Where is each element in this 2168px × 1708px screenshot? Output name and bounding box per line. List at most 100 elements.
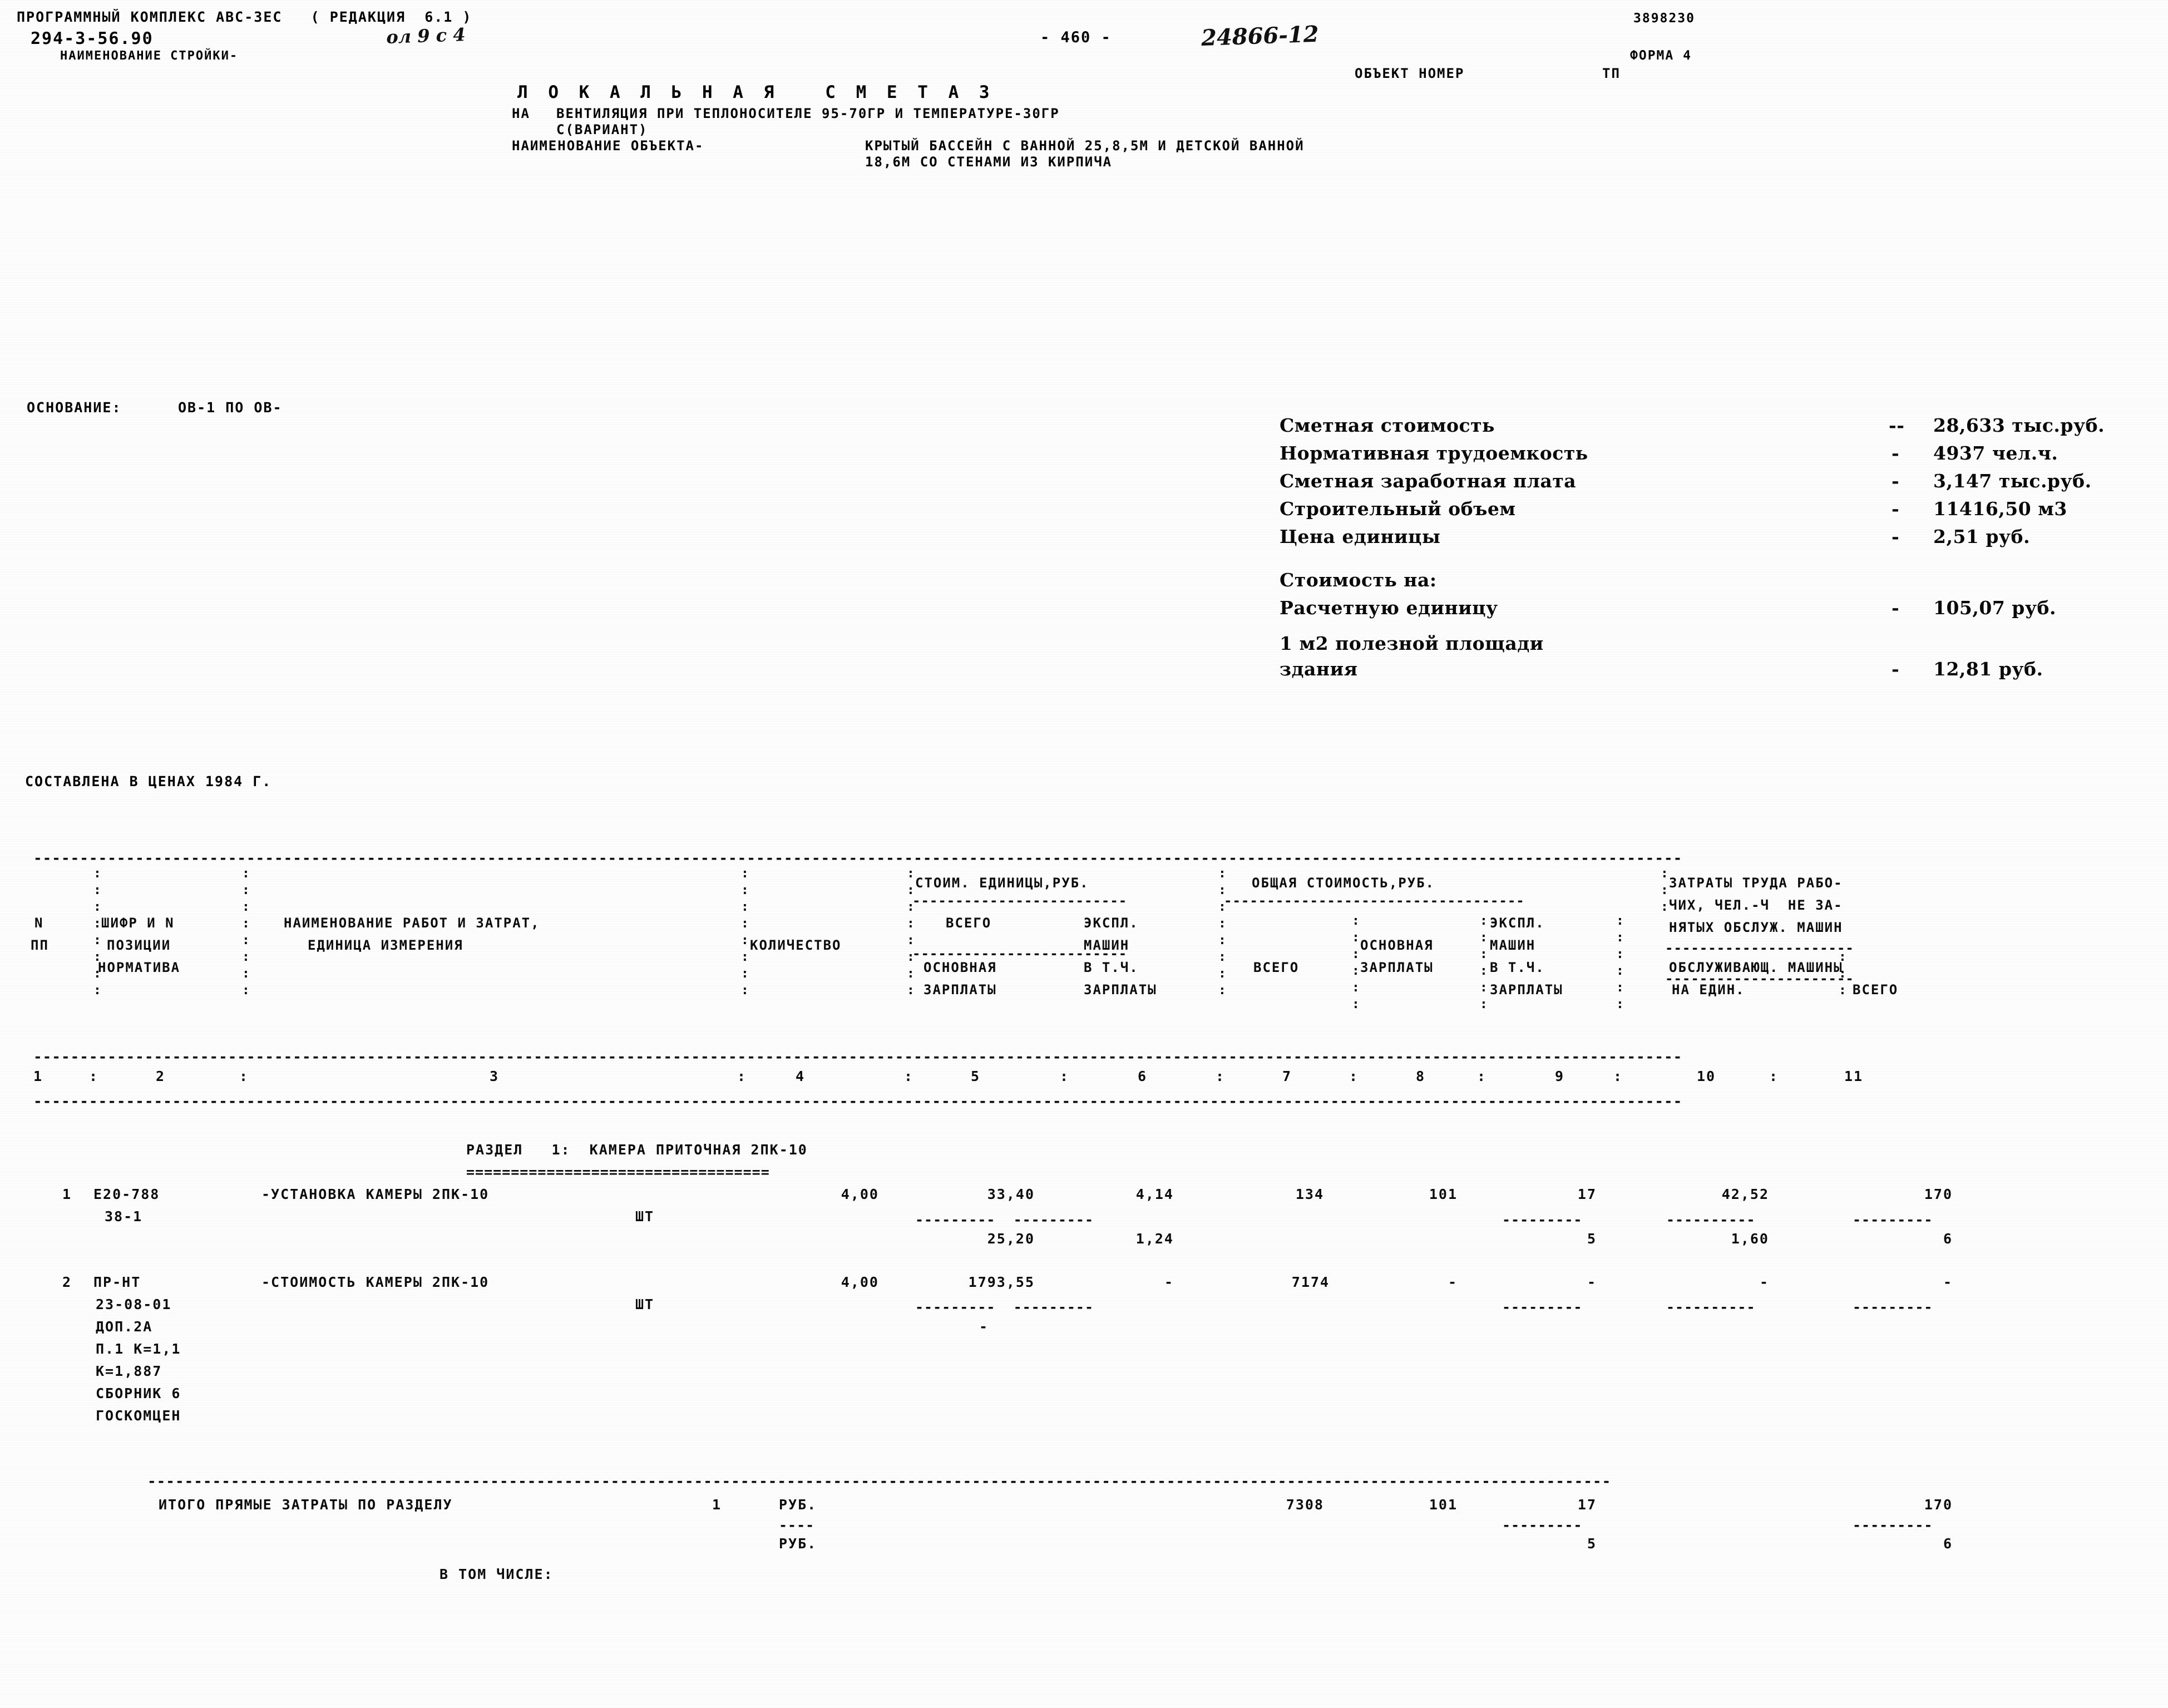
th-name-line-2: ЕДИНИЦА ИЗМЕРЕНИЯ bbox=[308, 937, 463, 953]
summary-value: 28,633 тыс.руб. bbox=[1933, 414, 2105, 436]
totals-machines: 17 bbox=[1577, 1497, 1597, 1513]
colsep: : bbox=[1349, 1068, 1359, 1084]
th-total-cost-group: ОБЩАЯ СТОИМОСТЬ,РУБ. bbox=[1252, 875, 1435, 891]
row-total-base-wage: 101 bbox=[1429, 1186, 1458, 1202]
row-unit-cost-total: 33,40 bbox=[987, 1186, 1035, 1202]
th-labor-group-line-2: ЧИХ, ЧЕЛ.-Ч НЕ ЗА- bbox=[1669, 897, 1843, 913]
row-labor-per-unit: 42,52 bbox=[1721, 1186, 1769, 1202]
row-labor-total: 170 bbox=[1924, 1186, 1953, 1202]
th-code-line-3: НОРМАТИВА bbox=[98, 960, 181, 975]
row-code-line-3: ДОП.2А bbox=[96, 1319, 153, 1335]
th-unit-mach-line-1: ЭКСПЛ. bbox=[1084, 915, 1139, 931]
summary-row: Строительный объем - 11416,50 м3 bbox=[1280, 498, 2147, 526]
purpose-label: НА bbox=[512, 106, 530, 121]
summary-value: 105,07 руб. bbox=[1933, 597, 2056, 619]
totals-unit-1: РУБ. bbox=[779, 1497, 817, 1513]
th-total-base-wage-1: ОСНОВНАЯ bbox=[1360, 937, 1434, 953]
form-label: ФОРМА 4 bbox=[1630, 48, 1692, 63]
summary-cost-on-header: Стоимость на: bbox=[1280, 554, 2147, 597]
colsep: : bbox=[1477, 1068, 1487, 1084]
row-unit-base-wage: 25,20 bbox=[987, 1231, 1035, 1247]
area-label-line-1: 1 м2 полезной площади bbox=[1280, 633, 1544, 654]
summary-value: 2,51 руб. bbox=[1933, 526, 2031, 547]
colnum-10: 10 bbox=[1697, 1068, 1716, 1084]
th-unit-mach-line-3: В Т.Ч. bbox=[1084, 960, 1139, 975]
row-code-line-2: 23-08-01 bbox=[96, 1296, 172, 1312]
th-rule-labor: ---------------------- bbox=[1665, 940, 1854, 956]
colnum-8: 8 bbox=[1416, 1068, 1426, 1084]
summary-row: Нормативная трудоемкость - 4937 чел.ч. bbox=[1280, 442, 2147, 470]
purpose-line-2: С(ВАРИАНТ) bbox=[556, 122, 648, 137]
th-total-mach-2: МАШИН bbox=[1490, 937, 1536, 953]
th-unit-base-wage-2: ЗАРПЛАТЫ bbox=[924, 982, 997, 998]
program-complex-line: ПРОГРАММНЫЙ КОМПЛЕКС АВС-ЗЕС ( РЕДАКЦИЯ … bbox=[17, 9, 472, 25]
table-top-rule: ----------------------------------------… bbox=[33, 850, 1683, 867]
summary-dash: - bbox=[1892, 442, 1900, 464]
totals-subrule-labor: --------- bbox=[1853, 1517, 1933, 1533]
colnum-1: 1 bbox=[33, 1068, 43, 1084]
row-labor-per-unit: - bbox=[1759, 1274, 1769, 1290]
row-total-cost: 134 bbox=[1295, 1186, 1324, 1202]
basis-value: ОВ-1 ПО ОВ- bbox=[178, 399, 283, 416]
colnum-4: 4 bbox=[796, 1068, 806, 1084]
row-code-line-4: П.1 К=1,1 bbox=[96, 1341, 181, 1357]
th-code-line-2: ПОЗИЦИИ bbox=[107, 937, 171, 953]
th-row-number-line-1: N bbox=[34, 915, 44, 931]
colsep: : bbox=[904, 1068, 914, 1084]
th-unit-base-wage: ОСНОВНАЯ bbox=[924, 960, 997, 975]
th-total-all: ВСЕГО bbox=[1253, 960, 1300, 975]
table-number-row-bottom-rule: ----------------------------------------… bbox=[33, 1093, 1683, 1110]
row-1-subrule-labor2: --------- bbox=[1853, 1212, 1933, 1228]
row-total-base-wage: - bbox=[1448, 1274, 1458, 1290]
cost-on-label: Стоимость на: bbox=[1280, 569, 1437, 591]
summary-label: Сметная стоимость bbox=[1280, 414, 1495, 436]
colnum-3: 3 bbox=[490, 1068, 500, 1084]
totals-section-number: 1 bbox=[712, 1497, 722, 1513]
th-labor-servicing: ОБСЛУЖИВАЮЩ. МАШИНЫ bbox=[1669, 960, 1843, 975]
totals-machine-wage: 5 bbox=[1587, 1536, 1597, 1552]
row-code-line-5: К=1,887 bbox=[96, 1363, 162, 1379]
th-unit-mach-line-2: МАШИН bbox=[1084, 937, 1130, 953]
row-unit: ШТ bbox=[635, 1296, 655, 1312]
object-name-label: НАИМЕНОВАНИЕ ОБЪЕКТА- bbox=[512, 138, 704, 154]
row-labor-total: - bbox=[1943, 1274, 1953, 1290]
row-unit-cost-total: 1793,55 bbox=[968, 1274, 1035, 1290]
summary-row: Расчетную единицу - 105,07 руб. bbox=[1280, 597, 2147, 626]
totals-subrule-unit: ---- bbox=[779, 1517, 815, 1533]
summary-label: Расчетную единицу bbox=[1280, 597, 1498, 619]
colsep: : bbox=[1613, 1068, 1623, 1084]
row-total-machines: - bbox=[1587, 1274, 1597, 1290]
th-labor-group-line-3: НЯТЫХ ОБСЛУЖ. МАШИН bbox=[1669, 920, 1843, 935]
row-code-line-7: ГОСКОМЦЕН bbox=[96, 1408, 181, 1424]
summary-label: Цена единицы bbox=[1280, 526, 1441, 547]
col-sep-2: : : : : : : : : bbox=[242, 866, 250, 998]
prices-note: СОСТАВЛЕНА В ЦЕНАХ 1984 Г. bbox=[25, 773, 272, 789]
th-total-base-wage-2: ЗАРПЛАТЫ bbox=[1360, 960, 1434, 975]
colsep: : bbox=[239, 1068, 249, 1084]
colnum-9: 9 bbox=[1555, 1068, 1565, 1084]
colnum-7: 7 bbox=[1282, 1068, 1292, 1084]
page-number: - 460 - bbox=[1040, 29, 1112, 46]
colsep: : bbox=[1060, 1068, 1070, 1084]
colnum-11: 11 bbox=[1844, 1068, 1864, 1084]
row-1-subrule-labor1: ---------- bbox=[1666, 1212, 1756, 1228]
area-value: 12,81 руб. bbox=[1933, 658, 2043, 680]
area-label-line-2: здания bbox=[1280, 658, 1358, 680]
row-2-subrule-labor1: ---------- bbox=[1666, 1299, 1756, 1315]
colsep: : bbox=[1216, 1068, 1226, 1084]
row-2-dash-placeholder: - bbox=[979, 1319, 989, 1335]
col-sep-1: : : : : : : : : bbox=[93, 866, 101, 998]
row-labor-per-unit-2: 1,60 bbox=[1731, 1231, 1769, 1247]
summary-dash: - bbox=[1892, 498, 1900, 520]
summary-block: Сметная стоимость - - 28,633 тыс.руб. Нор… bbox=[1280, 414, 2147, 682]
th-labor-group-line-1: ЗАТРАТЫ ТРУДА РАБО- bbox=[1669, 875, 1843, 891]
table-header-bottom-rule: ----------------------------------------… bbox=[33, 1049, 1683, 1065]
handwritten-archive-number: 24866-12 bbox=[1201, 21, 1320, 51]
colnum-2: 2 bbox=[156, 1068, 166, 1084]
row-total-cost: 7174 bbox=[1291, 1274, 1330, 1290]
object-number-label: ОБЪЕКТ НОМЕР bbox=[1355, 66, 1465, 81]
row-total-machine-wage: 5 bbox=[1587, 1231, 1597, 1247]
row-number: 2 bbox=[62, 1274, 72, 1290]
summary-value: 11416,50 м3 bbox=[1933, 498, 2067, 520]
row-unit: ШТ bbox=[635, 1208, 655, 1225]
